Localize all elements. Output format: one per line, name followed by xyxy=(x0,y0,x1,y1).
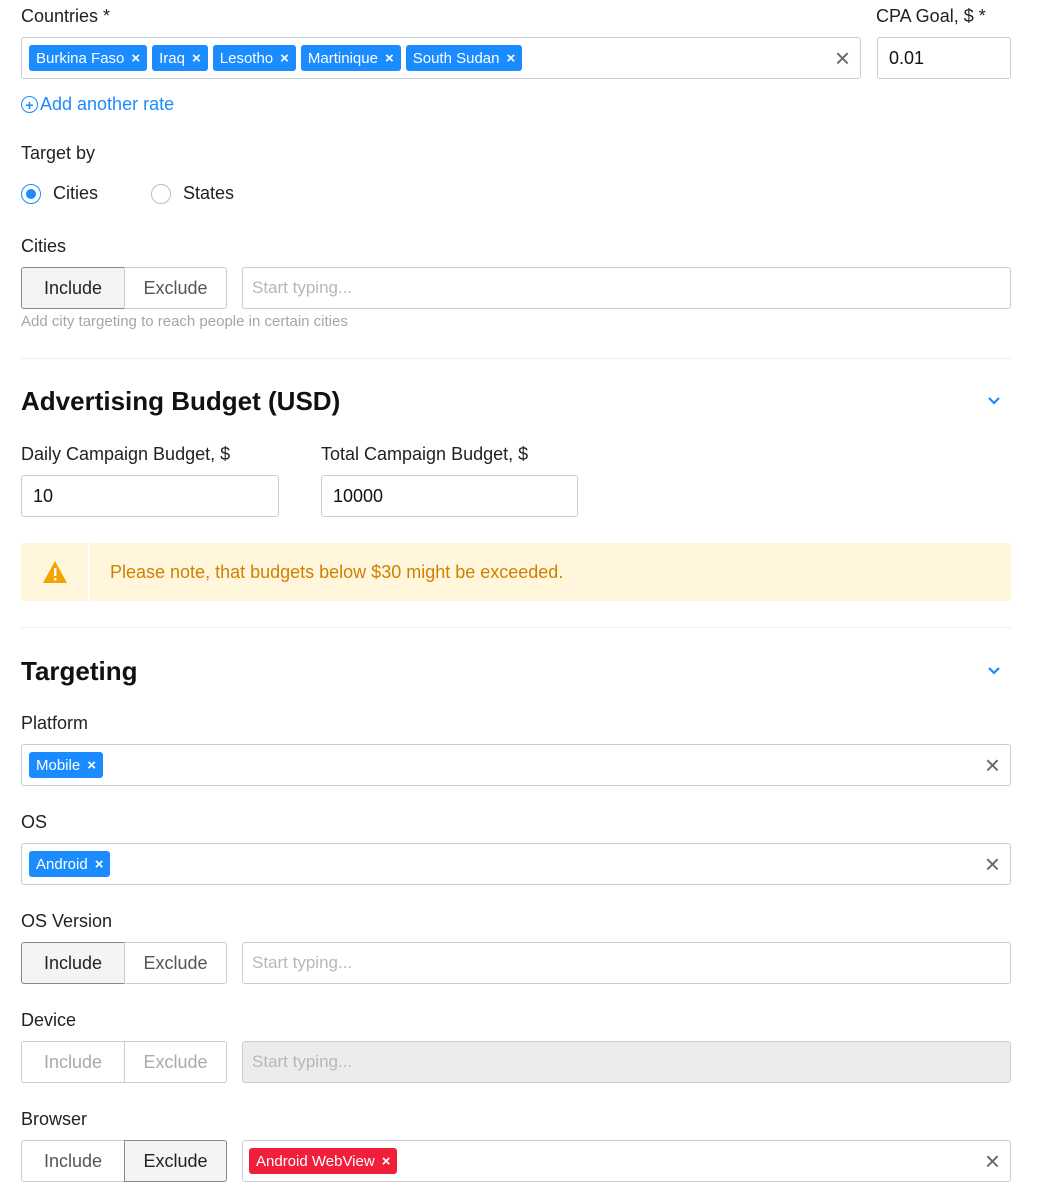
section-divider xyxy=(21,627,1011,628)
cities-label: Cities xyxy=(21,236,67,256)
platform-multiselect[interactable]: Mobile × × xyxy=(21,744,1011,786)
radio-cities[interactable]: Cities xyxy=(21,183,98,204)
chevron-down-icon[interactable] xyxy=(987,660,1001,681)
radio-states[interactable]: States xyxy=(151,183,234,204)
browser-multiselect[interactable]: Android WebView × × xyxy=(242,1140,1011,1182)
budget-section-title: Advertising Budget (USD) xyxy=(21,386,341,416)
remove-tag-icon[interactable]: × xyxy=(87,757,96,774)
tag-label: Martinique xyxy=(307,49,378,67)
country-tag: Iraq × xyxy=(152,45,208,71)
exclude-button[interactable]: Exclude xyxy=(124,942,227,984)
tag-label: Lesotho xyxy=(219,49,274,67)
country-tag: Burkina Faso × xyxy=(29,45,148,71)
cpa-goal-label: CPA Goal, $ * xyxy=(876,6,986,26)
remove-tag-icon[interactable]: × xyxy=(506,50,515,67)
remove-tag-icon[interactable]: × xyxy=(95,856,104,873)
clear-all-icon[interactable]: × xyxy=(985,851,1000,877)
platform-tag: Mobile × xyxy=(29,752,103,778)
include-button[interactable]: Include xyxy=(21,1140,124,1182)
total-budget-input[interactable]: 10000 xyxy=(321,475,578,517)
os-multiselect[interactable]: Android × × xyxy=(21,843,1011,885)
remove-tag-icon[interactable]: × xyxy=(385,50,394,67)
cities-include-exclude: Include Exclude xyxy=(21,267,227,309)
country-tag: Martinique × xyxy=(300,45,401,71)
clear-all-icon[interactable]: × xyxy=(985,752,1000,778)
remove-tag-icon[interactable]: × xyxy=(280,50,289,67)
country-tag: Lesotho × xyxy=(212,45,296,71)
targeting-section-title: Targeting xyxy=(21,656,138,686)
remove-tag-icon[interactable]: × xyxy=(382,1153,391,1170)
platform-label: Platform xyxy=(21,713,89,733)
include-button[interactable]: Include xyxy=(21,942,124,984)
remove-tag-icon[interactable]: × xyxy=(192,50,201,67)
os-label: OS xyxy=(21,812,48,832)
daily-budget-label: Daily Campaign Budget, $ xyxy=(21,444,231,464)
include-button[interactable]: Include xyxy=(21,1041,124,1083)
tag-label: Android WebView xyxy=(256,1152,375,1170)
browser-include-exclude: Include Exclude xyxy=(21,1140,227,1182)
radio-unselected-icon xyxy=(151,183,171,204)
browser-tag: Android WebView × xyxy=(249,1148,398,1174)
warning-banner: Please note, that budgets below $30 migh… xyxy=(21,543,1011,601)
daily-budget-input[interactable]: 10 xyxy=(21,475,279,517)
chevron-down-icon[interactable] xyxy=(987,390,1001,411)
os-version-include-exclude: Include Exclude xyxy=(21,942,227,984)
os-version-search-input[interactable]: Start typing... xyxy=(242,942,1011,984)
browser-label: Browser xyxy=(21,1109,88,1129)
radio-selected-icon xyxy=(21,183,41,204)
target-by-label: Target by xyxy=(21,143,96,163)
exclude-button[interactable]: Exclude xyxy=(124,1140,227,1182)
tag-label: South Sudan xyxy=(412,49,500,67)
device-label: Device xyxy=(21,1010,77,1030)
total-budget-label: Total Campaign Budget, $ xyxy=(321,444,529,464)
tag-label: Iraq xyxy=(159,49,185,67)
warning-icon xyxy=(21,543,90,601)
remove-tag-icon[interactable]: × xyxy=(131,50,140,67)
exclude-button[interactable]: Exclude xyxy=(124,267,227,309)
os-tag: Android × xyxy=(29,851,111,877)
device-include-exclude: Include Exclude xyxy=(21,1041,227,1083)
cpa-goal-input[interactable]: 0.01 xyxy=(877,37,1011,79)
country-tag: South Sudan × xyxy=(405,45,523,71)
clear-all-icon[interactable]: × xyxy=(835,45,850,71)
cities-hint: Add city targeting to reach people in ce… xyxy=(21,313,348,330)
cities-search-input[interactable]: Start typing... xyxy=(242,267,1011,309)
countries-label: Countries * xyxy=(21,6,111,26)
radio-cities-label: Cities xyxy=(53,183,99,203)
tag-label: Mobile xyxy=(36,756,81,774)
plus-circle-icon: + xyxy=(21,96,38,113)
countries-multiselect[interactable]: Burkina Faso × Iraq × Lesotho × Martinique ×… xyxy=(21,37,861,79)
add-rate-link[interactable]: + Add another rate xyxy=(21,94,174,115)
radio-states-label: States xyxy=(183,183,235,203)
clear-all-icon[interactable]: × xyxy=(985,1148,1000,1174)
tag-label: Burkina Faso xyxy=(36,49,125,67)
exclude-button[interactable]: Exclude xyxy=(124,1041,227,1083)
include-button[interactable]: Include xyxy=(21,267,124,309)
add-rate-label: Add another rate xyxy=(40,94,175,114)
os-version-label: OS Version xyxy=(21,911,113,931)
section-divider xyxy=(21,358,1011,359)
warning-text: Please note, that budgets below $30 migh… xyxy=(110,561,564,582)
tag-label: Android xyxy=(36,855,88,873)
device-search-input[interactable]: Start typing... xyxy=(242,1041,1011,1083)
